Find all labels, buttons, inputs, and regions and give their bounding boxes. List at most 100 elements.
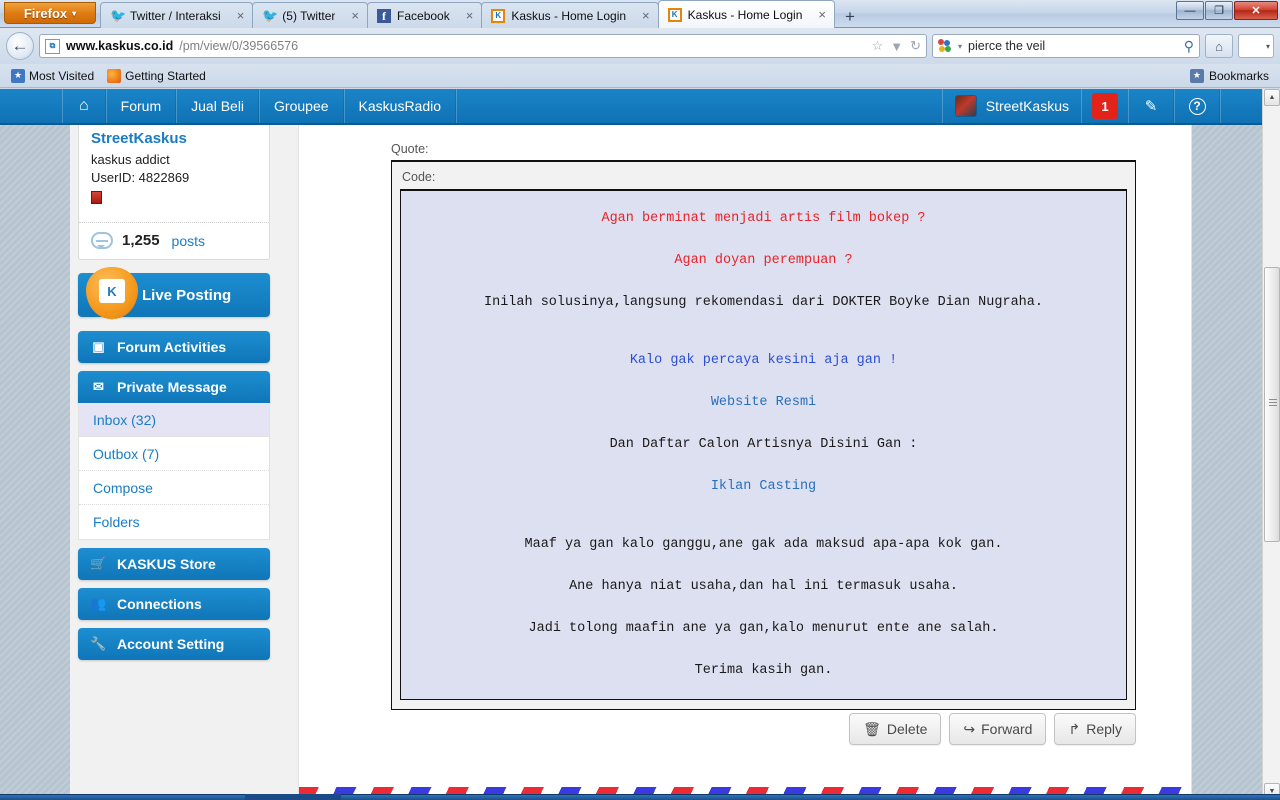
sidebar-item-compose[interactable]: Compose	[79, 471, 269, 505]
browser-tab-4[interactable]: K Kaskus - Home Login ×	[481, 2, 659, 28]
tab-title: Kaskus - Home Login	[687, 7, 803, 22]
pencil-icon: ✎	[1144, 98, 1158, 115]
scrollbar-thumb[interactable]	[1264, 267, 1280, 542]
most-visited-icon: ★	[11, 68, 25, 83]
browser-tab-3[interactable]: f Facebook ×	[367, 2, 483, 28]
nav-right-pad	[1220, 89, 1262, 123]
sidebar-item-live-posting[interactable]: K Live Posting	[78, 267, 270, 319]
forward-button[interactable]: ↪ Forward	[949, 713, 1047, 745]
nav-filler	[456, 89, 942, 123]
tab-title: Kaskus - Home Login	[511, 8, 627, 23]
bookmarks-menu-label: Bookmarks	[1208, 68, 1269, 83]
close-window-button[interactable]: ✕	[1234, 1, 1278, 20]
message-line: Dan Daftar Calon Artisnya Disini Gan :	[609, 437, 918, 452]
sidebar-item-outbox[interactable]: Outbox (7)	[79, 437, 269, 471]
chevron-down-icon[interactable]: ▼	[890, 39, 903, 54]
message-link-iklan-casting[interactable]: Iklan Casting	[411, 477, 1116, 497]
reply-icon: ↱	[1068, 720, 1081, 737]
user-name[interactable]: StreetKaskus	[91, 131, 257, 147]
message-line: Terima kasih gan.	[694, 663, 833, 678]
facebook-icon: f	[377, 8, 392, 23]
close-icon[interactable]: ×	[632, 8, 650, 23]
minimize-button[interactable]: —	[1176, 1, 1204, 20]
nav-home-button[interactable]: ⌂	[62, 89, 106, 123]
nav-notifications[interactable]: 1	[1081, 89, 1128, 123]
message-link-website-resmi[interactable]: Website Resmi	[411, 393, 1116, 413]
message-panel: Quote: Code: Agan berminat menjadi artis…	[298, 125, 1192, 780]
navigation-toolbar: ← ⧉ www.kaskus.co.id/pm/view/0/39566576 …	[0, 28, 1280, 64]
firefox-menu-label: Firefox	[23, 5, 68, 21]
compose-button[interactable]: ✎	[1128, 89, 1174, 123]
sidebar-item-account-setting[interactable]: 🔧 Account Setting	[78, 628, 270, 660]
nav-item-forum[interactable]: Forum	[105, 89, 177, 123]
reload-icon[interactable]: ↻	[910, 38, 921, 54]
bookmark-getting-started[interactable]: Getting Started	[104, 68, 209, 83]
status-badge: 1	[1092, 93, 1118, 119]
nav-item-groupee[interactable]: Groupee	[259, 89, 344, 123]
comment-bubble-icon	[91, 232, 113, 249]
maximize-button[interactable]: ❐	[1205, 1, 1233, 20]
nav-user-menu[interactable]: StreetKaskus	[941, 89, 1081, 123]
sidebar-item-folders[interactable]: Folders	[79, 505, 269, 539]
bookmarks-menu[interactable]: ★ Bookmarks	[1187, 68, 1272, 83]
sidebar-item-label: Forum Activities	[117, 339, 227, 355]
sidebar-item-kaskus-store[interactable]: 🛒 KASKUS Store	[78, 548, 270, 580]
back-button[interactable]: ←	[6, 32, 34, 60]
search-input-value[interactable]: pierce the veil	[968, 39, 1045, 53]
extension-button[interactable]: ▾	[1238, 34, 1274, 58]
message-line: Maaf ya gan kalo ganggu,ane gak ada maks…	[524, 537, 1003, 552]
twitter-icon: 🐦	[110, 7, 127, 23]
search-bar[interactable]: ▾ pierce the veil ⚲	[932, 34, 1200, 58]
sidebar-item-private-message[interactable]: ✉ Private Message	[78, 371, 270, 403]
forward-icon: ↪	[963, 720, 976, 737]
bookmark-star-icon[interactable]: ☆	[872, 38, 884, 54]
message-spacer	[411, 555, 1116, 577]
firefox-menu-button[interactable]: Firefox ▾	[4, 2, 96, 24]
scroll-up-icon[interactable]: ▲	[1264, 89, 1280, 106]
google-icon	[938, 39, 952, 53]
site-navbar: ⌂ Forum Jual Beli Groupee KaskusRadio St…	[0, 89, 1262, 125]
address-bar[interactable]: ⧉ www.kaskus.co.id/pm/view/0/39566576 ☆ …	[39, 34, 927, 58]
search-engine-caret-icon[interactable]: ▾	[958, 42, 962, 51]
message-line: Jadi tolong maafin ane ya gan,kalo menur…	[528, 621, 999, 636]
help-button[interactable]: ?	[1174, 89, 1220, 123]
close-icon[interactable]: ×	[227, 8, 245, 23]
bookmark-label: Most Visited	[29, 68, 95, 83]
search-icon[interactable]: ⚲	[1184, 38, 1194, 55]
browser-tab-2[interactable]: 🐦 (5) Twitter ×	[252, 2, 369, 28]
wrench-icon: 🔧	[90, 636, 107, 651]
bookmark-most-visited[interactable]: ★ Most Visited	[8, 68, 97, 83]
new-tab-button[interactable]: +	[838, 6, 862, 28]
message-line: Inilah solusinya,langsung rekomendasi da…	[484, 295, 1043, 310]
close-icon[interactable]: ×	[341, 8, 359, 23]
message-spacer	[411, 455, 1116, 477]
url-host: www.kaskus.co.id	[66, 39, 174, 53]
bookmark-label: Getting Started	[125, 68, 206, 83]
browser-tab-5-active[interactable]: K Kaskus - Home Login ×	[657, 0, 835, 28]
user-card: StreetKaskus kaskus addict UserID: 48228…	[78, 125, 270, 260]
taskbar-window-item[interactable]	[245, 794, 341, 800]
star-folder-icon: ★	[1189, 68, 1204, 83]
browser-tab-1[interactable]: 🐦 Twitter / Interaksi ×	[100, 2, 254, 28]
vertical-scrollbar[interactable]: ▲ ▼	[1262, 89, 1280, 800]
message-actions: 🗑 Delete ↪ Forward ↱ Reply	[299, 713, 1193, 745]
sidebar-item-inbox[interactable]: Inbox (32)	[79, 403, 269, 437]
user-rank: kaskus addict	[91, 152, 170, 167]
reply-label: Reply	[1086, 721, 1122, 737]
twitter-icon: 🐦	[262, 7, 279, 23]
sidebar-item-label: Connections	[117, 596, 202, 612]
kaskus-icon: K	[491, 8, 506, 23]
nav-item-jual-beli[interactable]: Jual Beli	[176, 89, 260, 123]
help-circle-icon: ?	[1188, 97, 1206, 115]
home-button[interactable]: ⌂	[1205, 34, 1233, 58]
quote-block: Quote: Code: Agan berminat menjadi artis…	[391, 142, 1136, 710]
kaskus-icon: K	[667, 7, 682, 22]
close-icon[interactable]: ×	[808, 7, 826, 22]
reply-button[interactable]: ↱ Reply	[1054, 713, 1136, 745]
delete-button[interactable]: 🗑 Delete	[849, 713, 942, 745]
nav-item-kaskusradio[interactable]: KaskusRadio	[343, 89, 457, 123]
close-icon[interactable]: ×	[456, 8, 474, 23]
message-spacer	[411, 271, 1116, 293]
sidebar-item-connections[interactable]: 👥 Connections	[78, 588, 270, 620]
sidebar-item-forum-activities[interactable]: ▣ Forum Activities	[78, 331, 270, 363]
